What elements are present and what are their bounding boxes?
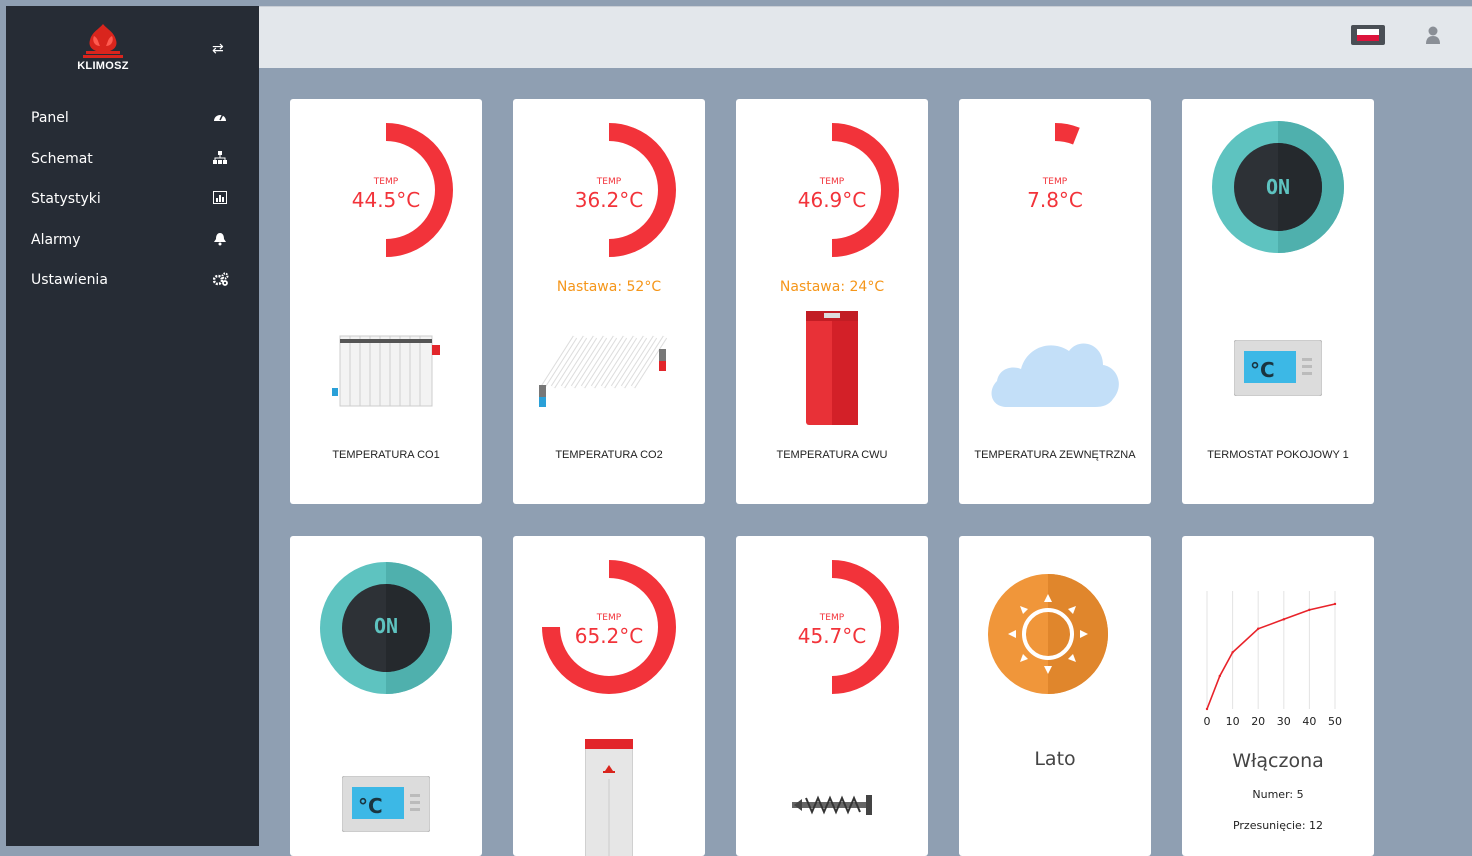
card-termostat-pokojowy-1[interactable]: ON °C TERMOSTAT POKOJOWY 1: [1182, 99, 1374, 504]
card-boiler[interactable]: TEMP 65.2°C: [513, 536, 705, 856]
flame-logo-icon: [83, 24, 123, 58]
sidebar-item-schemat[interactable]: Schemat: [6, 145, 259, 186]
user-icon[interactable]: [1424, 25, 1442, 45]
sidebar-item-statystyki[interactable]: Statystyki: [6, 185, 259, 226]
curve-point: [1282, 618, 1285, 621]
room-thermostat-icon: °C: [342, 776, 430, 832]
card-title: TEMPERATURA CO1: [332, 449, 440, 461]
card-temperatura-co2[interactable]: TEMP 36.2°C Nastawa: 52°C TEMPERATURA CO…: [513, 99, 705, 504]
temp-value: 7.8°C: [1027, 188, 1083, 212]
card-temperatura-cwu[interactable]: TEMP 46.9°C Nastawa: 24°C TEMPERATURA CW…: [736, 99, 928, 504]
card-heating-curve[interactable]: 0 10 20 30 40 50 Włączona Numer: 5 Przesunięc…: [1182, 536, 1374, 856]
dashboard-icon: [213, 110, 227, 126]
curve-line: [1206, 603, 1336, 710]
top-bar: [259, 6, 1472, 68]
floor-heating-icon: [539, 335, 668, 407]
sidebar-nav: Panel Schemat Statystyki Alarmy Ustawien…: [6, 104, 259, 307]
curve-point: [1218, 674, 1221, 678]
setpoint-text: Nastawa: 24°C: [779, 279, 885, 295]
sidebar-item-alarmy[interactable]: Alarmy: [6, 226, 259, 267]
curve-point: [1308, 608, 1311, 612]
temp-label: TEMP: [819, 613, 845, 623]
temp-label: TEMP: [373, 177, 399, 187]
card-termostat-pokojowy-2[interactable]: ON °C: [290, 536, 482, 856]
card-title: TEMPERATURA CO2: [555, 449, 663, 461]
gears-icon: [212, 272, 229, 290]
curve-point: [1231, 651, 1234, 654]
temp-label: TEMP: [1042, 177, 1068, 187]
toggle-state: ON: [373, 614, 399, 638]
temp-value: 65.2°C: [574, 624, 644, 648]
room-thermostat-icon: °C: [1234, 340, 1322, 396]
card-title: TERMOSTAT POKOJOWY 1: [1207, 449, 1349, 461]
sidebar-item-label: Schemat: [31, 150, 93, 167]
temp-value: 46.9°C: [797, 188, 867, 212]
curve-offset: Przesunięcie: 12: [1232, 819, 1324, 832]
card-temperatura-zewnetrzna[interactable]: TEMP 7.8°C TEMPERATURA ZEWNĘTRZNA: [959, 99, 1151, 504]
temp-label: TEMP: [596, 177, 622, 187]
svg-text:°C: °C: [1250, 358, 1275, 382]
curve-point: [1333, 602, 1337, 606]
svg-text:°C: °C: [358, 794, 383, 818]
x-tick-label: 0: [1204, 715, 1211, 728]
temp-value: 36.2°C: [574, 188, 644, 212]
toggle-state: ON: [1265, 175, 1291, 199]
card-season[interactable]: Lato: [959, 536, 1151, 856]
sidebar-item-ustawienia[interactable]: Ustawienia: [6, 266, 259, 307]
sidebar-item-label: Panel: [31, 110, 69, 126]
temp-label: TEMP: [596, 613, 622, 623]
card-temperatura-co1[interactable]: TEMP 44.5°C TEMPERATURA CO1: [290, 99, 482, 504]
sun-icon: [988, 574, 1108, 694]
temp-value: 45.7°C: [797, 624, 867, 648]
curve-point: [1205, 707, 1209, 711]
heating-curve-chart: 0 10 20 30 40 50: [1204, 591, 1342, 728]
sidebar: KLIMOSZ ⇄ Panel Schemat Statystyki Alarm…: [6, 6, 259, 846]
sidebar-item-label: Ustawienia: [31, 272, 108, 289]
temp-label: TEMP: [819, 177, 845, 187]
bar-chart-icon: [213, 191, 227, 208]
x-tick-label: 50: [1328, 715, 1342, 728]
boiler-icon: [585, 739, 633, 856]
brand-name: KLIMOSZ: [77, 60, 129, 72]
x-tick-label: 20: [1251, 715, 1265, 728]
sidebar-item-label: Statystyki: [31, 191, 101, 208]
curve-number: Numer: 5: [1252, 788, 1304, 801]
water-tank-icon: [806, 311, 858, 425]
card-feeder[interactable]: TEMP 45.7°C: [736, 536, 928, 856]
cloud-icon: [991, 343, 1119, 407]
poland-flag-icon[interactable]: [1351, 25, 1385, 45]
setpoint-text: Nastawa: 52°C: [556, 279, 662, 295]
bell-icon: [213, 232, 227, 250]
radiator-icon: [332, 335, 440, 407]
card-title: TEMPERATURA CWU: [776, 449, 888, 461]
feeder-screw-icon: [792, 795, 872, 815]
curve-point: [1257, 627, 1260, 630]
swap-arrows-icon[interactable]: ⇄: [212, 42, 224, 56]
x-tick-label: 40: [1302, 715, 1316, 728]
card-title: TEMPERATURA ZEWNĘTRZNA: [974, 449, 1136, 461]
sidebar-item-label: Alarmy: [31, 231, 81, 248]
sidebar-item-panel[interactable]: Panel: [6, 104, 259, 145]
x-tick-label: 10: [1226, 715, 1240, 728]
brand-logo[interactable]: KLIMOSZ: [68, 22, 138, 76]
x-tick-label: 30: [1277, 715, 1291, 728]
sitemap-icon: [213, 150, 227, 168]
curve-status: Włączona: [1232, 750, 1324, 772]
season-label: Lato: [1034, 748, 1076, 770]
temp-value: 44.5°C: [351, 188, 421, 212]
